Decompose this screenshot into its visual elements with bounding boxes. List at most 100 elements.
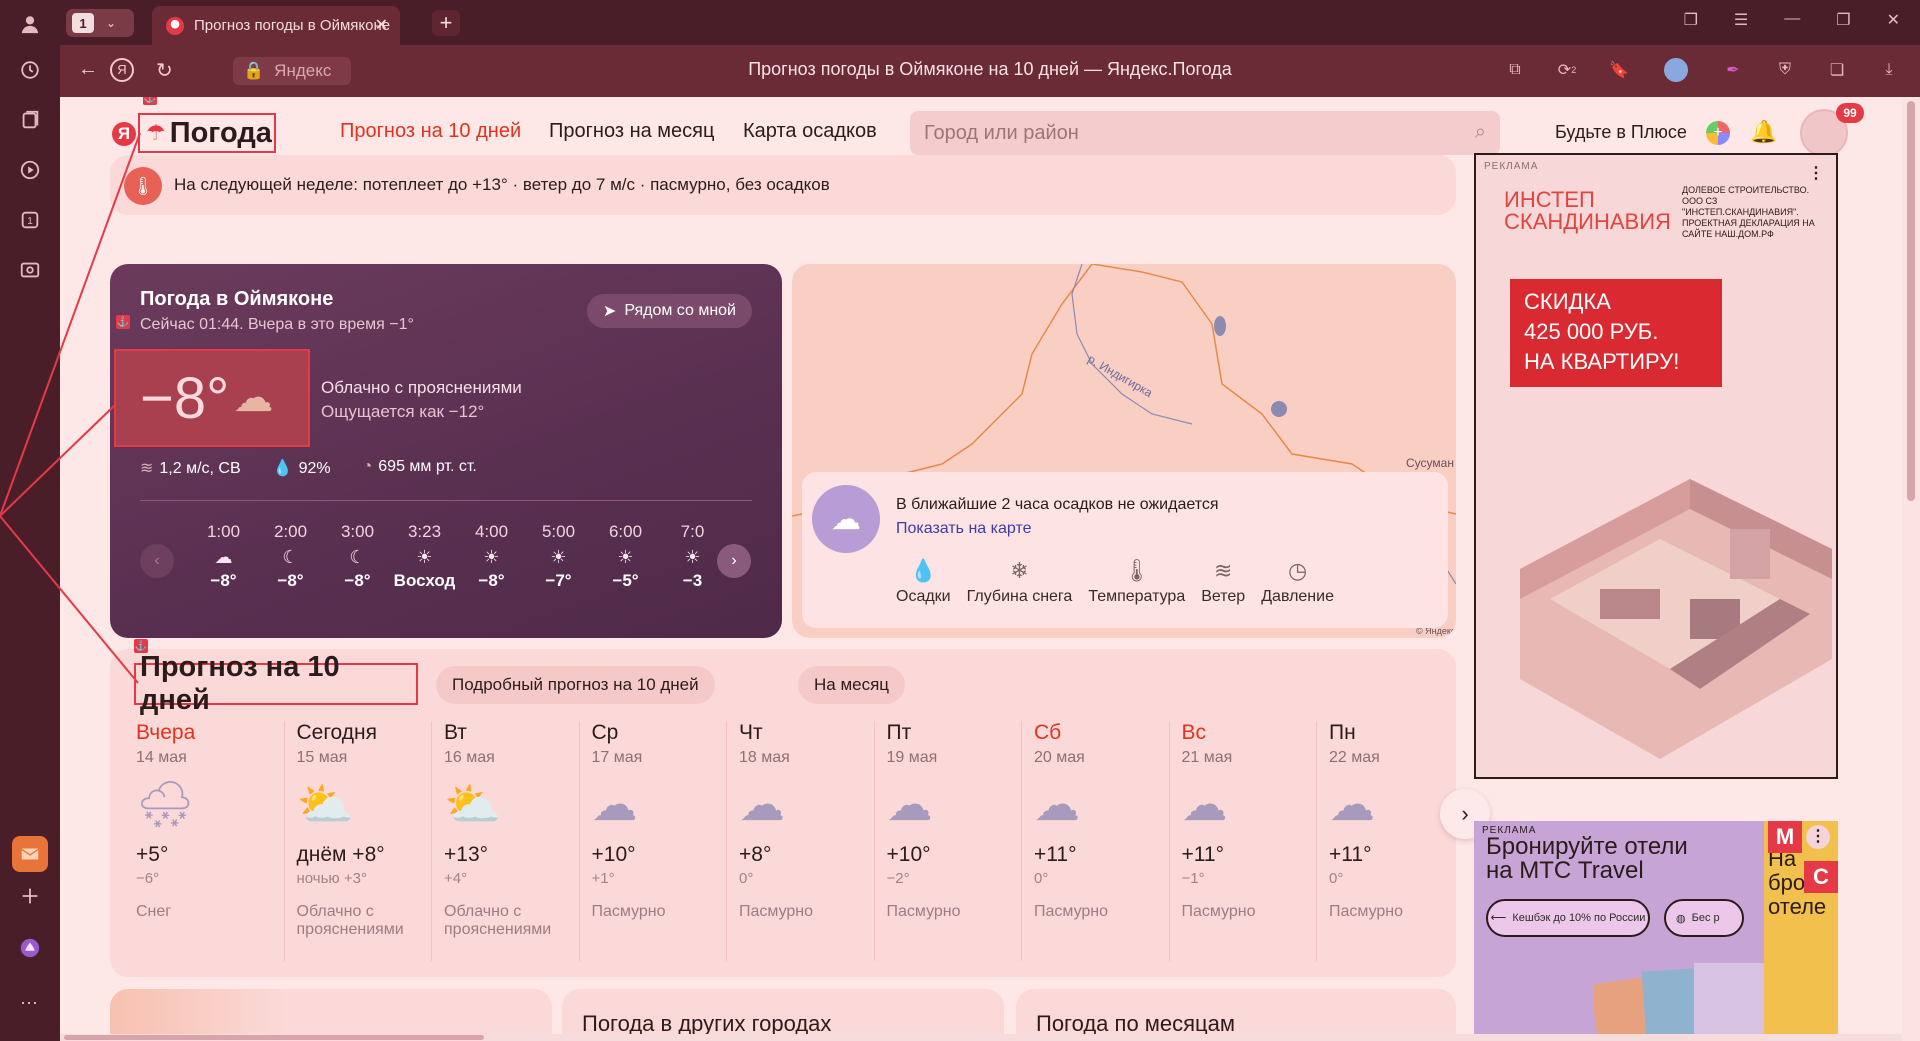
collections-icon[interactable] bbox=[12, 102, 48, 138]
close-icon[interactable]: ✕ bbox=[375, 15, 388, 35]
hour-time: 3:00 bbox=[340, 522, 375, 541]
plus-promo-link[interactable]: Будьте в Плюсе bbox=[1555, 122, 1687, 143]
layer-temperature[interactable]: 🌡 Температура bbox=[1088, 558, 1185, 606]
layer-precipitation[interactable]: 💧 Осадки bbox=[896, 558, 951, 606]
close-window-icon[interactable]: ✕ bbox=[1887, 10, 1900, 30]
search-icon[interactable]: ⌕ bbox=[1475, 121, 1486, 144]
profile-icon[interactable] bbox=[12, 6, 48, 42]
hour-temp: −8° bbox=[210, 571, 237, 590]
vertical-scrollbar[interactable] bbox=[1902, 97, 1920, 1041]
ten-day-forecast-card: ⚓ Прогноз на 10 дней Подробный прогноз н… bbox=[110, 639, 1490, 977]
nav-forecast-10-days[interactable]: Прогноз на 10 дней bbox=[340, 120, 521, 143]
address-bar: ← Я ↻ 🔒 Яндекс Прогноз погоды в Оймяконе… bbox=[60, 45, 1920, 97]
advertisement-banner[interactable]: РЕКЛАМА ⋮ ИНСТЕП СКАНДИНАВИЯ ДОЛЕВОЕ СТР… bbox=[1474, 153, 1838, 779]
day-temp: +13° bbox=[444, 843, 489, 866]
day-condition: Пасмурно bbox=[739, 903, 814, 920]
scrollbar-thumb[interactable] bbox=[1907, 101, 1915, 501]
hour-temp: −3 bbox=[682, 571, 703, 590]
layer-wind[interactable]: ≋ Ветер bbox=[1201, 558, 1245, 606]
secondary-ad-button[interactable]: ◍ Бес р bbox=[1664, 899, 1744, 937]
day-condition: Облачно с прояснениями bbox=[444, 903, 552, 938]
ad-side-panel: На брон отеле bbox=[1764, 821, 1838, 1041]
share-icon[interactable]: ⧉ bbox=[1502, 57, 1528, 83]
weather-logo[interactable]: ☂ Погода bbox=[138, 113, 276, 153]
more-icon[interactable]: ⋯ bbox=[12, 985, 48, 1021]
layer-pressure[interactable]: ◷ Давление bbox=[1261, 558, 1334, 606]
extension-cards-icon[interactable]: ❏ bbox=[1824, 57, 1850, 83]
layer-snow-depth[interactable]: ❄ Глубина снега bbox=[967, 558, 1073, 606]
nav-forecast-month[interactable]: Прогноз на месяц bbox=[549, 120, 714, 143]
reader-icon[interactable]: ⟳ 2 bbox=[1554, 57, 1580, 83]
notification-badge: 99 bbox=[1836, 103, 1864, 123]
forecast-day[interactable]: Сегодня 15 мая ⛅ днём +8° ночью +3° Облачно с… bbox=[283, 721, 432, 961]
forecast-day[interactable]: Вчера 14 мая 🌨 +5° −6° Снег bbox=[136, 721, 284, 961]
cashback-button[interactable]: ⟵ Кешбэк до 10% по России bbox=[1486, 899, 1650, 937]
hour-time: 2:00 bbox=[273, 522, 308, 541]
weekly-alert-banner[interactable]: 🌡 На следующей неделе: потеплеет до +13°… bbox=[110, 155, 1456, 215]
precipitation-note: В ближайшие 2 часа осадков не ожидается bbox=[896, 496, 1219, 513]
forecast-day[interactable]: Сб 20 мая ☁ +11° 0° Пасмурно bbox=[1021, 721, 1169, 961]
hourly-prev-button[interactable]: ‹ bbox=[140, 544, 174, 578]
add-panel-icon[interactable] bbox=[12, 878, 48, 914]
forecast-day[interactable]: Чт 18 мая ☁ +8° 0° Пасмурно bbox=[726, 721, 874, 961]
forecast-day[interactable]: Пт 19 мая ☁ +10° −2° Пасмурно bbox=[873, 721, 1022, 961]
history-icon[interactable] bbox=[12, 52, 48, 88]
night-temp: 0° bbox=[1329, 870, 1344, 887]
night-temp: 0° bbox=[1034, 870, 1049, 887]
chevron-down-icon: ⌄ bbox=[106, 16, 117, 30]
scrollbar-thumb[interactable] bbox=[64, 1035, 484, 1040]
maximize-icon[interactable]: ❐ bbox=[1836, 10, 1850, 30]
screenshot-icon[interactable] bbox=[12, 252, 48, 288]
forecast-day[interactable]: Вс 21 мая ☁ +11° −1° Пасмурно bbox=[1168, 721, 1317, 961]
night-temp: −1° bbox=[1181, 870, 1205, 887]
bookmarks-panel-icon[interactable]: ❐ bbox=[1684, 10, 1698, 30]
browser-tab[interactable]: Прогноз погоды в Оймяконе ✕ bbox=[152, 6, 400, 45]
tab-counter-button[interactable]: 1 ⌄ bbox=[66, 9, 134, 37]
mail-icon[interactable] bbox=[12, 836, 48, 872]
precipitation-map-card[interactable]: р. Индигирка Сусуман © Яндекс ☁ В ближай… bbox=[792, 264, 1456, 638]
horizontal-scrollbar[interactable] bbox=[60, 1034, 1902, 1041]
plus-icon[interactable]: + bbox=[1706, 121, 1730, 145]
day-condition: Облачно с прояснениями bbox=[296, 903, 404, 938]
video-icon[interactable] bbox=[12, 152, 48, 188]
hour-time: 4:00 bbox=[474, 522, 509, 541]
forecast-day[interactable]: Вт 16 мая ⛅ +13° +4° Облачно с прояснениями bbox=[431, 721, 579, 961]
precipitation-panel: ☁ В ближайшие 2 часа осадков не ожидаетс… bbox=[802, 472, 1448, 628]
menu-icon[interactable]: ☰ bbox=[1734, 10, 1748, 30]
bookmark-icon[interactable]: 🔖 bbox=[1606, 57, 1632, 83]
day-condition: Пасмурно bbox=[1034, 903, 1109, 920]
hour-item: 5:00 ☀ −7° bbox=[525, 522, 592, 602]
show-on-map-link[interactable]: Показать на карте bbox=[896, 520, 1031, 538]
current-weather-card: Погода в Оймяконе Сейчас 01:44. Вчера в … bbox=[110, 264, 782, 638]
detailed-forecast-button[interactable]: Подробный прогноз на 10 дней bbox=[436, 666, 715, 704]
search-input[interactable]: Город или район ⌕ bbox=[910, 111, 1500, 155]
ad-menu-icon[interactable]: ⋮ bbox=[1808, 163, 1824, 183]
town-label: Сусуман bbox=[1406, 456, 1454, 470]
hourly-forecast[interactable]: 1:00 ☁ −8° 2:00 ☾ −8° 3:00 ☾ −8° 3:23 ☀ Восход 4… bbox=[190, 522, 710, 602]
bell-icon[interactable]: 🔔 bbox=[1750, 119, 1777, 145]
travel-advertisement[interactable]: РЕКЛАМА Бронируйте отели на МТС Travel ⟵… bbox=[1474, 821, 1838, 1041]
day-date: 21 мая bbox=[1181, 749, 1233, 766]
cloud-icon: ☁ bbox=[1181, 778, 1228, 830]
current-condition: Облачно с прояснениями bbox=[321, 378, 522, 397]
extension-chat-icon[interactable] bbox=[1658, 57, 1694, 83]
near-me-button[interactable]: ➤ Рядом со мной bbox=[586, 294, 752, 328]
download-icon[interactable]: ⤓ bbox=[1876, 57, 1902, 83]
month-forecast-button[interactable]: На месяц bbox=[798, 666, 906, 704]
shield-icon[interactable]: ⛨ bbox=[1772, 57, 1798, 83]
hourly-next-button[interactable]: › bbox=[717, 544, 751, 578]
cloud-icon: ☁ bbox=[591, 778, 638, 830]
tab-count-icon[interactable]: 1 bbox=[12, 202, 48, 238]
new-tab-button[interactable]: + bbox=[432, 10, 460, 36]
current-temperature-box: −8° ☁ bbox=[114, 349, 310, 447]
yandex-logo[interactable]: Я bbox=[112, 122, 136, 146]
nav-precip-map[interactable]: Карта осадков bbox=[743, 120, 877, 143]
sun-icon: ☀ bbox=[617, 547, 634, 567]
minimize-icon[interactable]: — bbox=[1784, 10, 1800, 30]
ad-menu-icon[interactable]: ⋮ bbox=[1806, 825, 1830, 849]
extension-feather-icon[interactable]: ✒ bbox=[1720, 57, 1746, 83]
forecast-day[interactable]: Пн 22 мая ☁ +11° 0° Пасмурно bbox=[1316, 721, 1464, 961]
forecast-day[interactable]: Ср 17 мая ☁ +10° +1° Пасмурно bbox=[578, 721, 727, 961]
mts-mark: С bbox=[1804, 861, 1838, 893]
alice-icon[interactable] bbox=[12, 930, 48, 966]
